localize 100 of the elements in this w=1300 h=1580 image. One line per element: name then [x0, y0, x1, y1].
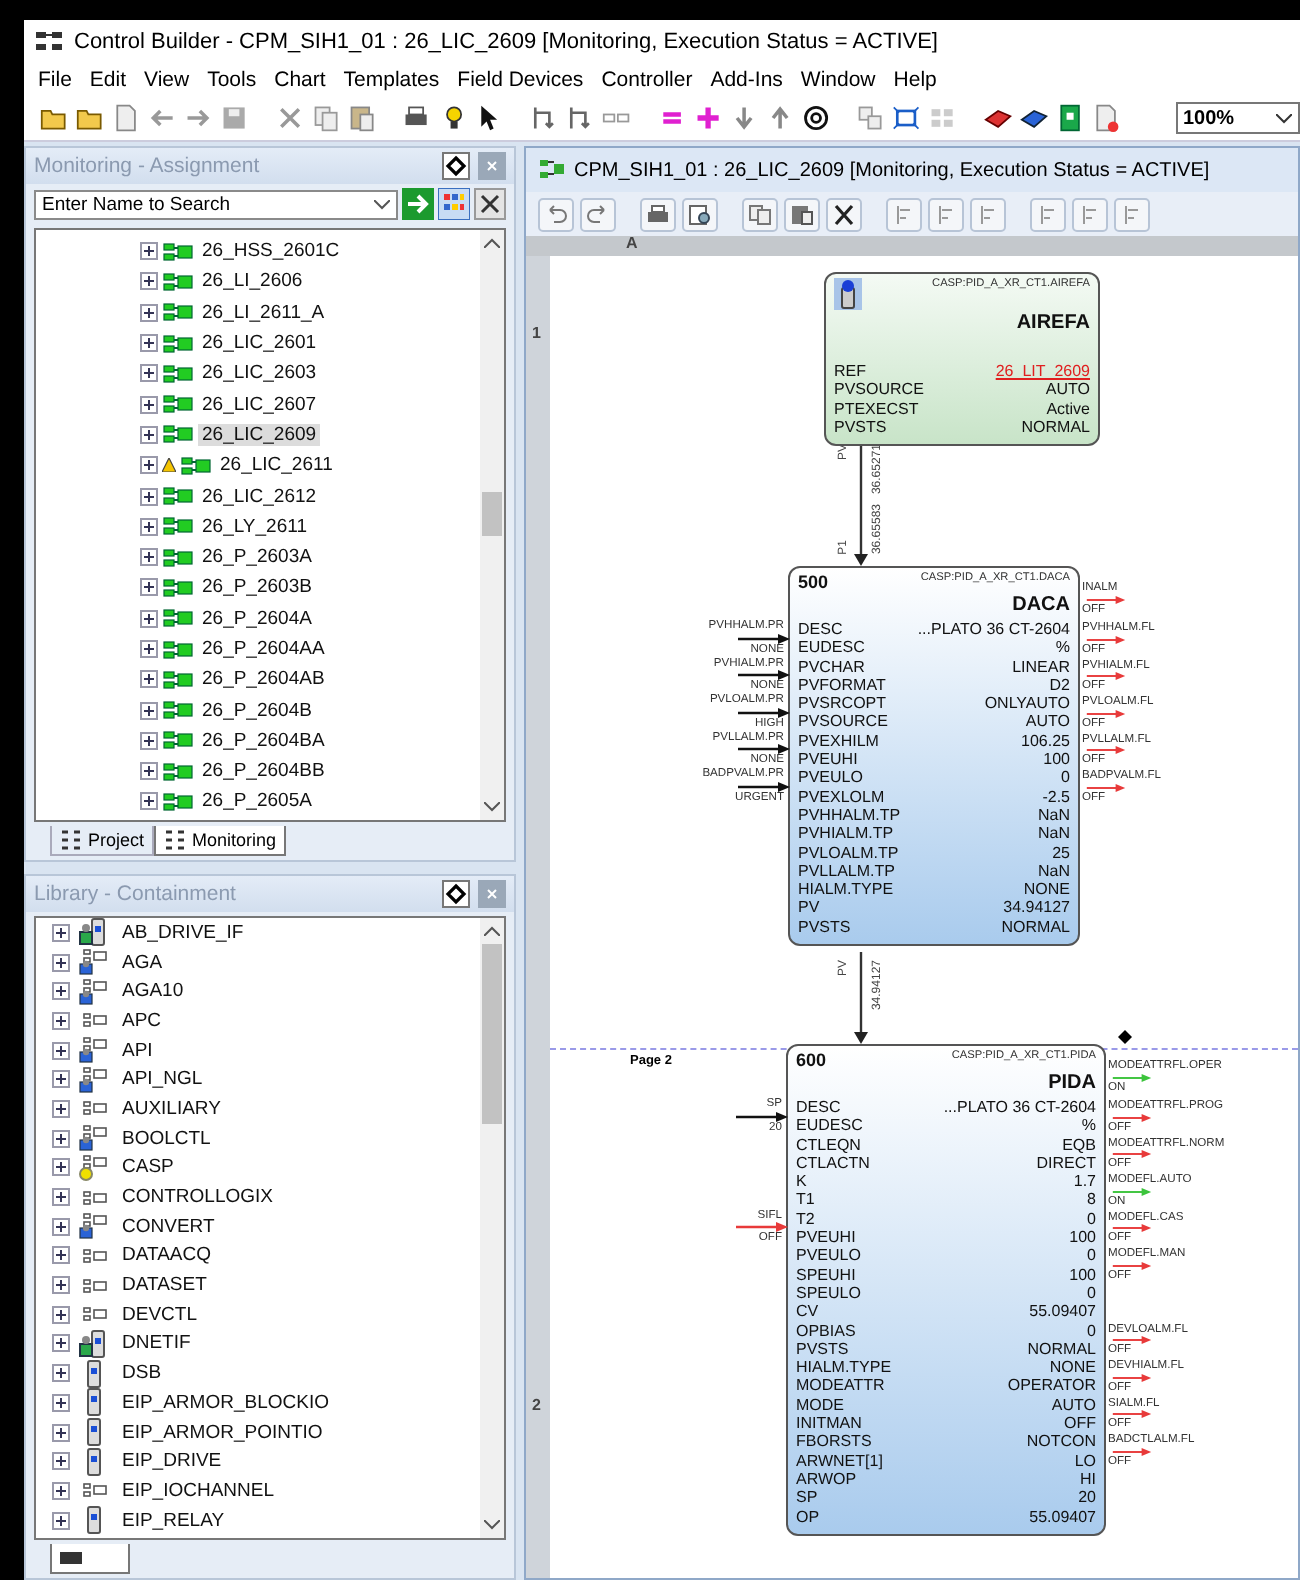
expand-icon[interactable]	[52, 1334, 70, 1353]
menu-item[interactable]: Add-Ins	[710, 68, 783, 92]
panel-tab[interactable]: Project	[50, 826, 155, 856]
expand-icon[interactable]	[140, 456, 158, 475]
expand-icon[interactable]	[140, 364, 158, 383]
tree-item[interactable]: 26_P_2604BA	[198, 729, 329, 752]
library-item[interactable]: EIP_ARMOR_POINTIO	[118, 1421, 327, 1444]
go-arrow-icon[interactable]	[402, 188, 434, 220]
parameter-link[interactable]: 26_LIT_2609	[995, 362, 1090, 381]
expand-icon[interactable]	[140, 334, 158, 353]
scrollbar-thumb[interactable]	[482, 492, 502, 536]
library-item[interactable]: AB_DRIVE_IF	[118, 921, 248, 944]
library-item[interactable]: DATASET	[118, 1274, 211, 1297]
align-icon[interactable]	[1030, 197, 1066, 231]
library-item[interactable]: APC	[118, 1009, 166, 1032]
library-item[interactable]: AGA10	[118, 980, 188, 1003]
menu-item[interactable]: Tools	[207, 68, 257, 92]
menu-item[interactable]: Chart	[274, 68, 326, 92]
expand-icon[interactable]	[52, 923, 70, 942]
tree-item[interactable]: 26_P_2603A	[198, 546, 316, 569]
panel-tab[interactable]	[50, 1544, 130, 1574]
tree-item[interactable]: 26_LIC_2609	[198, 423, 321, 446]
library-item[interactable]: EIP_IOCHANNEL	[118, 1479, 279, 1502]
function-block[interactable]	[824, 272, 1100, 447]
tree-item[interactable]: 26_LIC_2601	[198, 332, 321, 355]
tree-item[interactable]: 26_P_2604B	[198, 699, 316, 722]
expand-icon[interactable]	[52, 1276, 70, 1295]
paste-icon[interactable]	[348, 102, 377, 134]
expand-icon[interactable]	[52, 1217, 70, 1236]
expand-icon[interactable]	[140, 395, 158, 414]
module-card-icon[interactable]	[1056, 102, 1085, 134]
tree-item[interactable]: 26_P_2604AB	[198, 668, 329, 691]
expand-icon[interactable]	[52, 1305, 70, 1324]
redo-icon[interactable]	[580, 197, 616, 231]
library-item[interactable]: API	[118, 1039, 157, 1062]
expand-icon[interactable]	[140, 640, 158, 658]
scroll-down-icon[interactable]	[484, 802, 500, 812]
plus-icon[interactable]	[693, 102, 722, 134]
library-item[interactable]: API_NGL	[118, 1068, 207, 1091]
library-item[interactable]: CASP	[118, 1156, 178, 1179]
panel-tab[interactable]: Monitoring	[154, 826, 287, 856]
align-icon[interactable]	[970, 197, 1006, 231]
tree-item[interactable]: 26_LIC_2603	[198, 362, 321, 385]
expand-icon[interactable]	[52, 1423, 70, 1442]
library-item[interactable]: DEVCTL	[118, 1303, 201, 1326]
expand-icon[interactable]	[140, 731, 158, 750]
blocks-icon[interactable]	[856, 102, 885, 134]
align-icon[interactable]	[928, 197, 964, 231]
library-item[interactable]: DSB	[118, 1362, 166, 1385]
expand-icon[interactable]	[140, 548, 158, 567]
search-field[interactable]: Enter Name to Search	[34, 189, 398, 219]
pin-icon[interactable]	[442, 152, 470, 180]
library-item[interactable]: BOOLCTL	[118, 1127, 215, 1150]
copy-icon[interactable]	[311, 102, 341, 134]
grid-view-icon[interactable]	[438, 188, 470, 220]
menu-item[interactable]: Help	[893, 68, 937, 92]
library-item[interactable]: CONVERT	[118, 1215, 219, 1238]
paste-icon[interactable]	[784, 197, 820, 231]
print-icon[interactable]	[640, 197, 676, 231]
expand-icon[interactable]	[52, 982, 70, 1001]
expand-icon[interactable]	[52, 1070, 70, 1089]
library-item[interactable]: AGA	[118, 951, 167, 974]
tree-item[interactable]: 26_LI_2606	[198, 270, 307, 293]
tree-item[interactable]: 26_LI_2611_A	[198, 301, 329, 324]
library-item[interactable]: DNETIF	[118, 1332, 195, 1355]
library-item[interactable]: AUXILIARY	[118, 1097, 225, 1120]
flow-icon[interactable]	[566, 102, 595, 134]
library-item[interactable]: EIP_DRIVE	[118, 1450, 226, 1473]
expand-icon[interactable]	[140, 425, 158, 444]
align-icon[interactable]	[1072, 197, 1108, 231]
library-item[interactable]: CONTROLLOGIX	[118, 1186, 277, 1209]
expand-icon[interactable]	[140, 272, 158, 291]
menu-item[interactable]: View	[144, 68, 190, 92]
scrollbar-thumb[interactable]	[482, 944, 502, 1124]
menu-item[interactable]: Field Devices	[457, 68, 584, 92]
expand-icon[interactable]	[140, 609, 158, 628]
expand-icon[interactable]	[140, 792, 158, 811]
expand-icon[interactable]	[52, 1452, 70, 1471]
scroll-up-icon[interactable]	[484, 238, 500, 248]
frame-icon[interactable]	[892, 102, 921, 134]
align-icon[interactable]	[1114, 197, 1150, 231]
expand-icon[interactable]	[52, 1011, 70, 1030]
tree-item[interactable]: 26_P_2603B	[198, 576, 316, 599]
function-block[interactable]	[788, 566, 1080, 947]
expand-icon[interactable]	[140, 487, 158, 506]
expand-icon[interactable]	[140, 701, 158, 720]
library-item[interactable]: EIP_ARMOR_BLOCKIO	[118, 1391, 333, 1414]
document-icon[interactable]	[112, 102, 141, 134]
align-icon[interactable]	[886, 197, 922, 231]
expand-icon[interactable]	[52, 1188, 70, 1207]
expand-icon[interactable]	[140, 762, 158, 781]
expand-icon[interactable]	[52, 1393, 70, 1412]
expand-icon[interactable]	[52, 1511, 70, 1530]
tree-item[interactable]: 26_P_2604AA	[198, 638, 329, 660]
tree-item[interactable]: 26_LIC_2607	[198, 393, 321, 416]
scroll-down-icon[interactable]	[484, 1520, 500, 1530]
expand-icon[interactable]	[52, 1041, 70, 1060]
expand-icon[interactable]	[140, 517, 158, 536]
menu-item[interactable]: Window	[800, 68, 876, 92]
menu-item[interactable]: Edit	[89, 68, 127, 92]
